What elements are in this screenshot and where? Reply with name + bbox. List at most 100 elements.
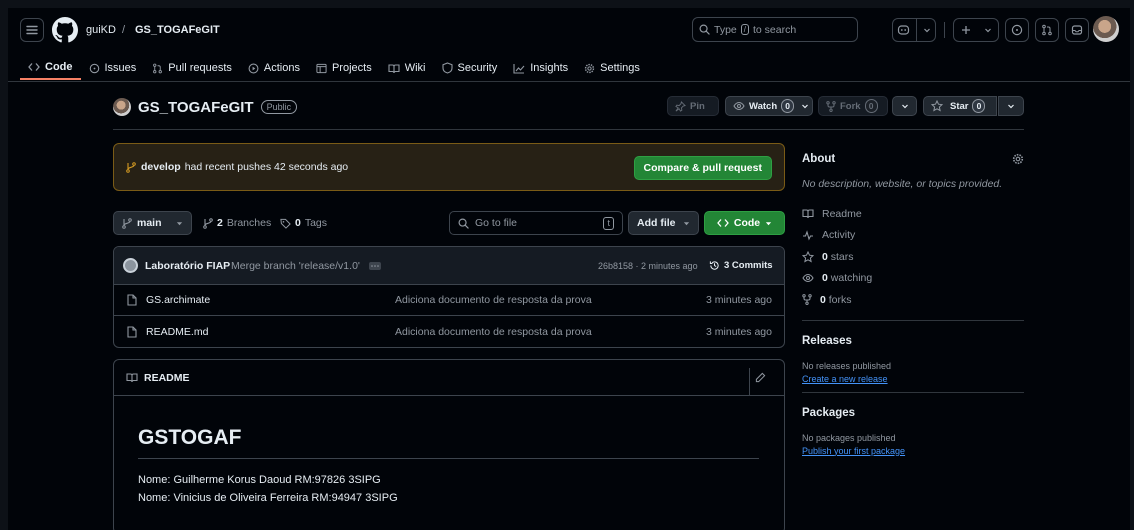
watch-button[interactable]: Watch 0 (725, 96, 813, 116)
branch-icon (126, 161, 136, 173)
branch-icon (203, 217, 213, 229)
go-to-file-input[interactable]: Go to file t (449, 211, 623, 235)
forks-link[interactable]: 0 forks (802, 289, 1024, 311)
about-description: No description, website, or topics provi… (802, 178, 1003, 190)
compare-pull-request-button[interactable]: Compare & pull request (633, 156, 772, 180)
branch-selector[interactable]: main (113, 211, 192, 235)
tag-icon (280, 218, 291, 229)
code-icon (28, 62, 40, 72)
book-icon (126, 372, 138, 383)
tab-label: Pull requests (168, 62, 232, 74)
repo-name[interactable]: GS_TOGAFeGIT (138, 99, 254, 116)
tab-wiki[interactable]: Wiki (380, 56, 434, 80)
copilot-button[interactable] (892, 18, 936, 42)
file-commit-message[interactable]: Adiciona documento de resposta da prova (395, 294, 592, 306)
star-icon (931, 100, 943, 112)
tab-actions[interactable]: Actions (240, 56, 308, 80)
breadcrumb-repo[interactable]: GS_TOGAFeGIT (135, 24, 220, 36)
breadcrumb-separator: / (122, 24, 126, 36)
create-new-button[interactable] (953, 18, 999, 42)
pencil-icon[interactable] (755, 372, 766, 383)
star-dropdown[interactable] (998, 96, 1024, 116)
code-button[interactable]: Code (704, 211, 785, 235)
tags-link[interactable]: 0 Tags (280, 217, 327, 229)
gear-icon[interactable] (1012, 153, 1024, 165)
publish-package-link[interactable]: Publish your first package (802, 446, 1024, 456)
branch-name: main (137, 217, 162, 229)
file-name[interactable]: README.md (146, 326, 208, 338)
tab-label: Security (457, 62, 498, 74)
gear-icon (584, 63, 595, 74)
repo-title: GS_TOGAFeGIT Public (113, 98, 298, 116)
activity-label: Activity (822, 229, 856, 242)
chevron-down-icon (1007, 102, 1015, 110)
caret-down-icon (683, 220, 690, 227)
issues-button[interactable] (1005, 18, 1029, 42)
releases-title[interactable]: Releases (802, 335, 1024, 347)
watching-link[interactable]: 0 watching (802, 268, 1024, 290)
table-row[interactable]: GS.archimate Adiciona documento de respo… (114, 285, 784, 316)
packages-text: No packages published (802, 432, 896, 443)
chevron-down-icon (801, 102, 809, 110)
browser-viewport: guiKD / GS_TOGAFeGIT Type / to search Co… (8, 8, 1130, 530)
tab-issues[interactable]: Issues (81, 56, 145, 80)
create-release-link[interactable]: Create a new release (802, 374, 1024, 384)
readme-link[interactable]: Readme (802, 203, 1024, 225)
hamburger-menu-button[interactable] (20, 18, 44, 42)
star-button[interactable]: Star 0 (923, 96, 997, 116)
search-icon (458, 218, 469, 229)
file-icon (127, 326, 137, 338)
fork-button[interactable]: Fork 0 (818, 96, 888, 116)
commits-count: 3 Commits (724, 260, 773, 271)
user-avatar[interactable] (1093, 16, 1119, 42)
watch-label: Watch (749, 100, 778, 112)
pull-requests-button[interactable] (1035, 18, 1059, 42)
issue-icon (1011, 24, 1023, 36)
tab-projects[interactable]: Projects (308, 56, 380, 80)
commit-author[interactable]: Laboratório FIAP (145, 260, 230, 272)
tab-label: Wiki (404, 62, 426, 74)
fork-dropdown[interactable] (892, 96, 917, 116)
commits-link[interactable]: 3 Commits (709, 260, 773, 271)
add-file-button[interactable]: Add file (628, 211, 699, 235)
recent-push-banner: develop had recent pushes 42 seconds ago… (113, 143, 785, 191)
search-shortcut-key: / (740, 24, 749, 35)
forks-label: forks (828, 293, 852, 306)
stars-link[interactable]: 0 stars (802, 246, 1024, 268)
ellipsis-icon[interactable] (369, 262, 381, 270)
pushed-branch-name[interactable]: develop (141, 161, 181, 173)
chevron-down-icon[interactable] (923, 26, 931, 34)
commit-hash-time[interactable]: 26b8158 · 2 minutes ago (598, 261, 698, 271)
inbox-button[interactable] (1065, 18, 1089, 42)
repo-owner-avatar (113, 98, 131, 116)
tab-settings[interactable]: Settings (576, 56, 648, 80)
branches-link[interactable]: 2 Branches (203, 217, 271, 229)
graph-icon (513, 63, 525, 74)
pin-button[interactable]: Pin (667, 96, 719, 116)
tab-code[interactable]: Code (20, 56, 81, 80)
commit-message[interactable]: Merge branch 'release/v1.0' (231, 260, 360, 272)
github-logo-icon[interactable] (52, 17, 78, 43)
table-row[interactable]: README.md Adiciona documento de resposta… (114, 316, 784, 347)
global-header: guiKD / GS_TOGAFeGIT Type / to search Co… (8, 8, 1130, 82)
activity-link[interactable]: Activity (802, 225, 1024, 247)
shield-icon (441, 62, 453, 74)
file-commit-message[interactable]: Adiciona documento de resposta da prova (395, 326, 592, 338)
branches-label: Branches (226, 217, 272, 229)
tags-count: 0 (295, 217, 301, 229)
search-suffix: to search (753, 23, 797, 36)
packages-title[interactable]: Packages (802, 407, 1024, 419)
go-to-file-placeholder: Go to file (475, 217, 518, 229)
tab-insights[interactable]: Insights (505, 56, 576, 80)
forks-count: 0 (820, 293, 826, 306)
watching-count: 0 (822, 272, 828, 285)
readme-line: Nome: Guilherme Korus Daoud RM:97826 3SI… (138, 474, 381, 486)
tab-pull-requests[interactable]: Pull requests (144, 56, 240, 80)
tab-security[interactable]: Security (434, 56, 506, 80)
readme-tab[interactable]: README (114, 360, 784, 396)
pulse-icon (802, 229, 814, 241)
breadcrumb-owner[interactable]: guiKD (86, 24, 116, 36)
readme-line: Nome: Vinicius de Oliveira Ferreira RM:9… (138, 492, 398, 504)
search-input[interactable]: Type / to search (692, 17, 858, 42)
file-name[interactable]: GS.archimate (146, 294, 210, 306)
